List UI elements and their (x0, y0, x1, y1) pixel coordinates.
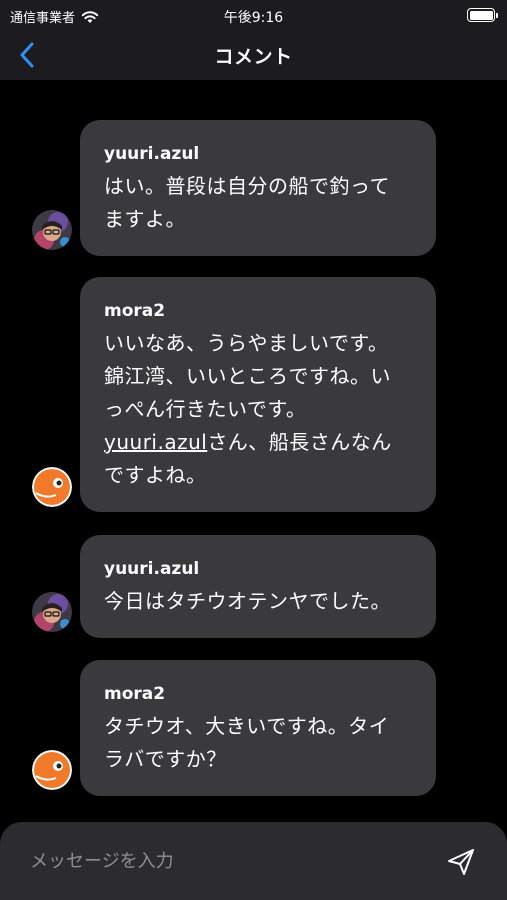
comment-text: 今日はタチウオテンヤでした。 (104, 585, 414, 618)
comment-line: タチウオ、大きいですね。タイ (104, 714, 390, 738)
comment-bubble: yuuri.azul はい。普段は自分の船で釣って ますよ。 (80, 120, 436, 256)
message-input[interactable] (20, 844, 420, 878)
photo-avatar-icon (32, 210, 72, 250)
comment-line: yuuri.azulさん、船長さんなん (104, 426, 414, 459)
comment-text: タチウオ、大きいですね。タイ ラバですか？ (104, 710, 414, 776)
send-paper-plane-icon (448, 849, 474, 875)
comment-bubble: mora2 いいなあ、うらやましいです。 錦江湾、いいところですね。い っぺん行… (80, 277, 436, 512)
user-avatar[interactable] (32, 592, 72, 632)
orange-fish-avatar-icon (32, 750, 72, 790)
comment-line: ですよね。 (104, 463, 207, 487)
comment-line: ラバですか？ (104, 747, 227, 771)
battery-icon (467, 8, 498, 22)
mention-trailing-text: さん、船長さんなん (207, 430, 392, 454)
comment-author[interactable]: mora2 (104, 301, 414, 321)
page-title: コメント (214, 46, 293, 68)
comment-list[interactable]: yuuri.azul はい。普段は自分の船で釣って ますよ。 mora2 いいな… (0, 80, 507, 822)
comment-line: ますよ。 (104, 207, 186, 231)
comment-line: いいなあ、うらやましいです。 (104, 331, 389, 355)
orange-fish-avatar-icon (32, 467, 72, 507)
comment-author[interactable]: yuuri.azul (104, 559, 414, 579)
status-bar: 通信事業者 午後9:16 (0, 0, 507, 30)
comment-screen: 通信事業者 午後9:16 コメント yuuri.azul はい。普段は自分の船で… (0, 0, 507, 900)
comment-line: 錦江湾、いいところですね。い (104, 364, 391, 388)
user-mention-link[interactable]: yuuri.azul (104, 430, 207, 454)
comment-line: っぺん行きたいです。 (104, 397, 307, 421)
user-avatar[interactable] (32, 467, 72, 507)
user-avatar[interactable] (32, 210, 72, 250)
send-button[interactable] (445, 846, 477, 878)
user-avatar[interactable] (32, 750, 72, 790)
comment-author[interactable]: yuuri.azul (104, 144, 414, 164)
comment-author[interactable]: mora2 (104, 684, 414, 704)
comment-line: はい。普段は自分の船で釣って (104, 174, 390, 198)
navigation-bar: コメント (0, 30, 507, 80)
message-input-bar (0, 822, 507, 900)
comment-text: いいなあ、うらやましいです。 錦江湾、いいところですね。い っぺん行きたいです。… (104, 327, 414, 492)
comment-bubble: mora2 タチウオ、大きいですね。タイ ラバですか？ (80, 660, 436, 796)
comment-text: はい。普段は自分の船で釣って ますよ。 (104, 170, 414, 236)
photo-avatar-icon (32, 592, 72, 632)
comment-bubble: yuuri.azul 今日はタチウオテンヤでした。 (80, 535, 436, 638)
comment-line: 今日はタチウオテンヤでした。 (104, 589, 391, 613)
status-time: 午後9:16 (223, 10, 284, 26)
